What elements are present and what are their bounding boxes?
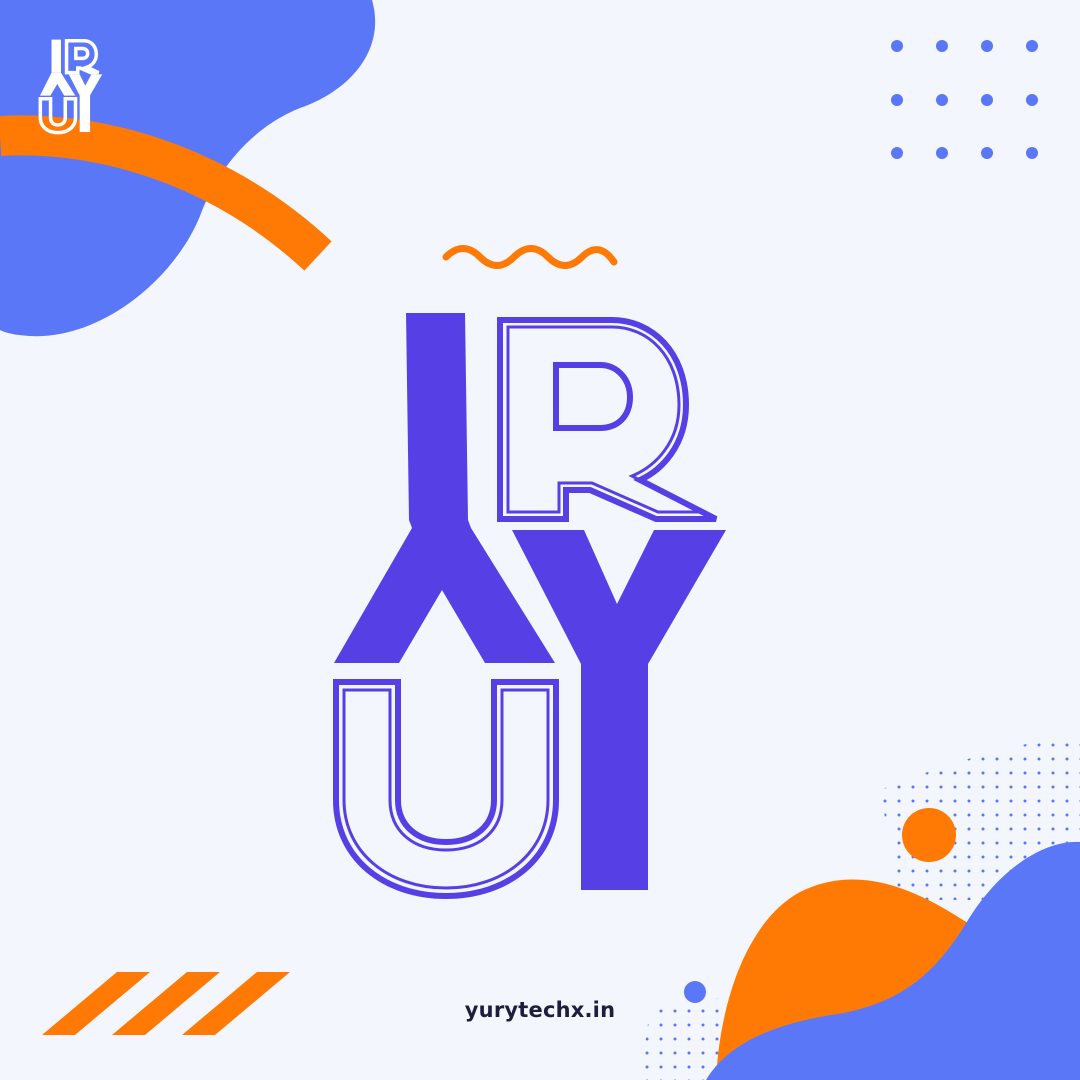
website-url[interactable]: yurytechx.in	[0, 998, 1080, 1022]
brand-logo-icon	[333, 313, 726, 900]
poster-canvas: yurytechx.in	[0, 0, 1080, 1080]
logo-letter-u	[333, 679, 559, 900]
